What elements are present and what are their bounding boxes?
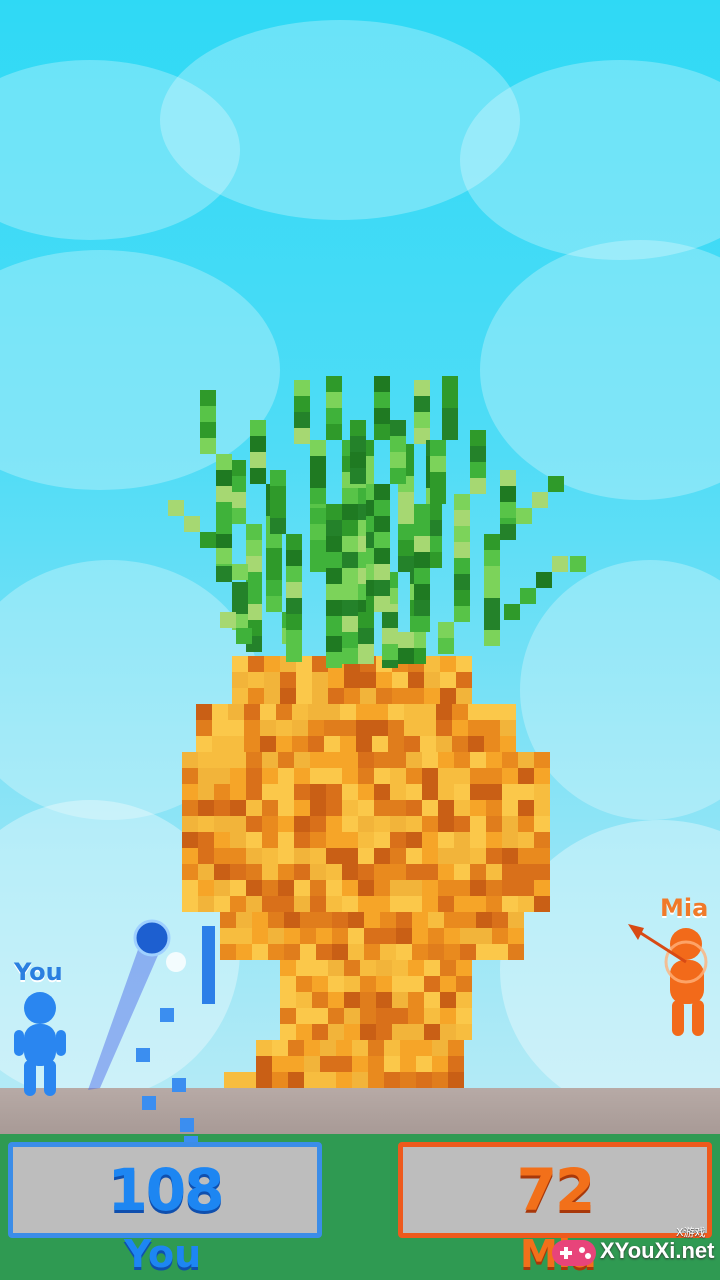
opponent-score: 72 xyxy=(516,1156,596,1224)
gamepad-icon xyxy=(552,1240,596,1266)
watermark: X游戏 XYouXi.net xyxy=(548,1222,720,1280)
blue-block xyxy=(160,1008,174,1022)
blue-block xyxy=(136,1048,150,1062)
blue-block xyxy=(172,1078,186,1092)
cannon-ball xyxy=(133,919,171,957)
blue-player-figure[interactable] xyxy=(14,992,66,1096)
characters-layer xyxy=(14,919,708,1196)
impact-flash xyxy=(166,952,186,972)
game-scene[interactable]: You Mia 108 72 You Mia X游戏 XYouXi.net xyxy=(0,0,720,1280)
player-score-panel: 108 xyxy=(8,1142,322,1238)
orange-opponent-figure[interactable] xyxy=(628,924,708,1036)
blue-block xyxy=(180,1118,194,1132)
blue-block xyxy=(142,1096,156,1110)
blue-block-stack xyxy=(202,926,215,1004)
shot-trail xyxy=(88,944,162,1090)
watermark-site: XYouXi.net xyxy=(600,1238,715,1263)
player-score: 108 xyxy=(107,1156,224,1224)
player-name: You xyxy=(124,1232,202,1276)
player-label-you: You xyxy=(14,958,63,986)
player-label-mia: Mia xyxy=(660,894,709,922)
